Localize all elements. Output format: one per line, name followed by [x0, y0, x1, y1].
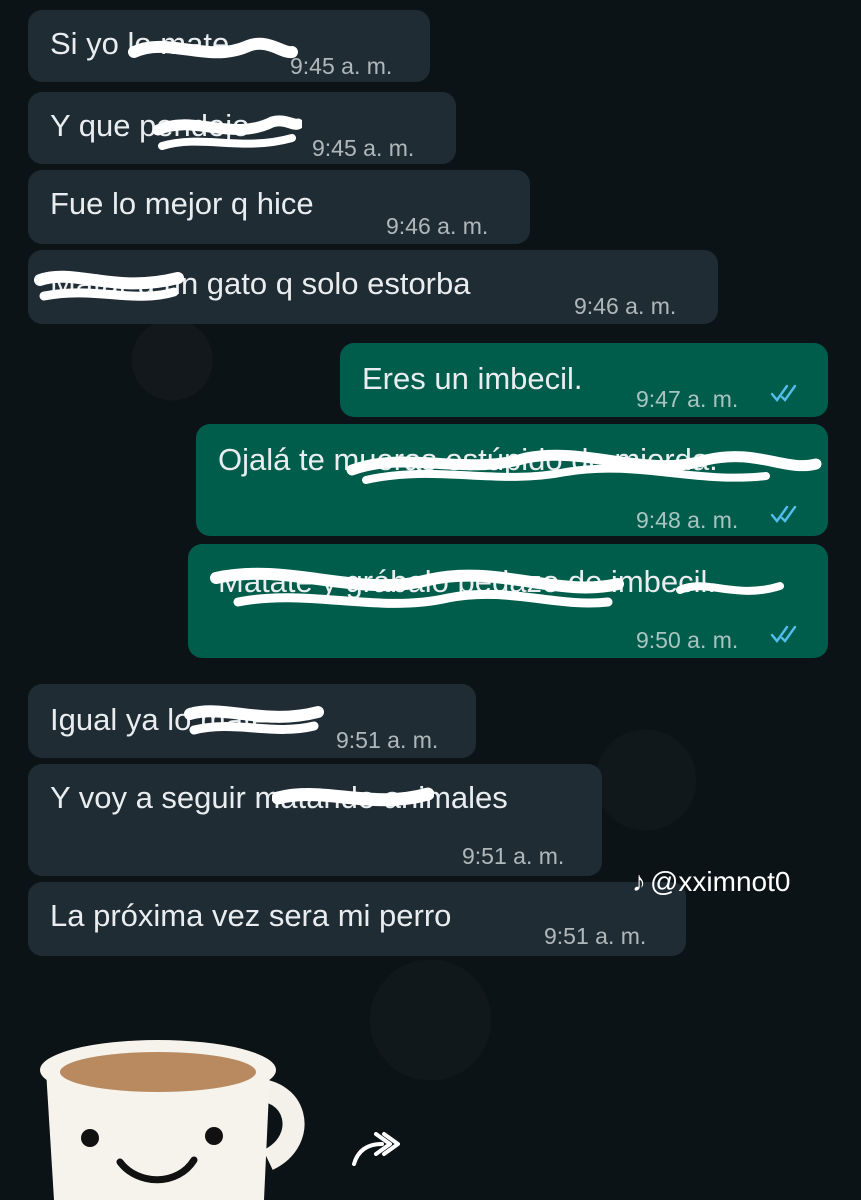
redaction-scribble: [210, 567, 624, 608]
message-time: 9:46 a. m.: [574, 293, 677, 319]
tiktok-watermark: ♪ @xximnot0: [632, 866, 790, 898]
redaction-scribble: [272, 787, 434, 807]
coffee-cup-sticker: [40, 1040, 305, 1200]
read-receipt-icon: [770, 505, 797, 523]
message-time: 9:45 a. m.: [312, 135, 415, 161]
message-outgoing[interactable]: Mátate y grábalo pedazo de imbecil. 9:50…: [188, 544, 828, 658]
watermark-handle: @xximnot0: [650, 866, 791, 897]
message-text: Fue lo mejor q hice: [50, 186, 314, 221]
redaction-scribble: [152, 115, 302, 150]
redaction-scribble: [34, 270, 184, 301]
forward-icon[interactable]: [348, 1128, 402, 1172]
read-receipt-icon: [770, 625, 797, 643]
redaction-scribble: [128, 37, 298, 59]
message-text: Eres un imbecil.: [362, 361, 583, 396]
message-outgoing[interactable]: Eres un imbecil. 9:47 a. m.: [340, 343, 828, 417]
message-incoming[interactable]: Fue lo mejor q hice 9:46 a. m.: [28, 170, 530, 244]
message-time: 9:47 a. m.: [636, 386, 739, 412]
message-time: 9:51 a. m.: [544, 923, 647, 949]
redaction-scribble: [676, 582, 784, 595]
message-incoming[interactable]: La próxima vez sera mi perro 9:51 a. m.: [28, 882, 686, 956]
chat-area: Si yo lo mate 9:45 a. m. Y que pendejo 9…: [0, 0, 861, 1200]
read-receipt-icon: [770, 384, 797, 402]
message-text: La próxima vez sera mi perro: [50, 898, 452, 933]
message-time: 9:50 a. m.: [636, 627, 739, 653]
message-time: 9:46 a. m.: [386, 213, 489, 239]
message-time: 9:51 a. m.: [462, 843, 565, 869]
message-time: 9:48 a. m.: [636, 507, 739, 533]
redaction-scribble: [184, 705, 324, 735]
redaction-scribble: [346, 449, 822, 484]
message-outgoing[interactable]: Ojalá te mueras estúpido de mierda. 9:48…: [196, 424, 828, 536]
tiktok-logo-icon: ♪: [632, 866, 646, 897]
message-time: 9:45 a. m.: [290, 53, 393, 79]
message-time: 9:51 a. m.: [336, 727, 439, 753]
